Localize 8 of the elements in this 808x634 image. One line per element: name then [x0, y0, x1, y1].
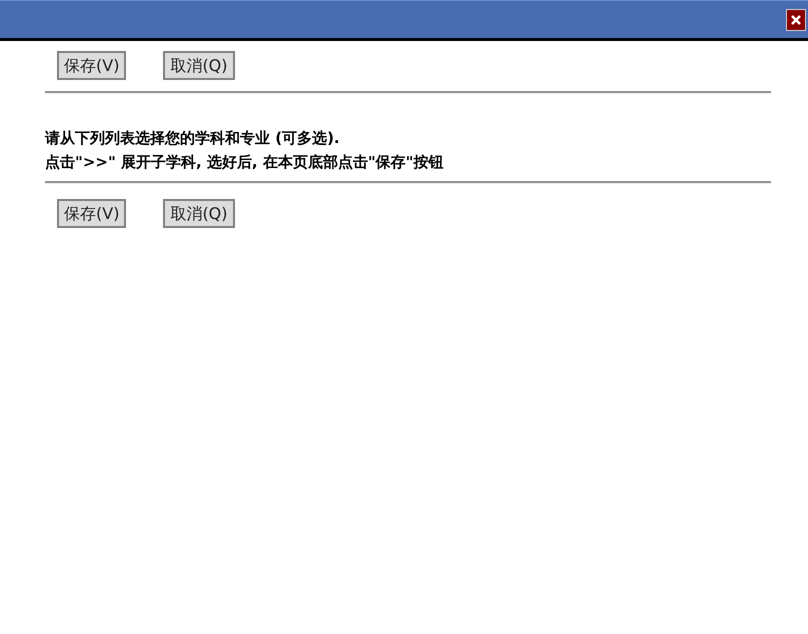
close-button[interactable]: [786, 8, 806, 30]
close-icon: [790, 14, 802, 26]
instruction-text: 点击">>" 展开子学科, 选好后, 在本页底部点击"保存"按钮: [45, 152, 444, 173]
form-button[interactable]: 保存(V): [57, 51, 126, 80]
form-button[interactable]: 取消(Q): [163, 51, 235, 80]
form-button[interactable]: 取消(Q): [163, 199, 235, 228]
form-button[interactable]: 保存(V): [57, 199, 126, 228]
instruction-text: 请从下列列表选择您的学科和专业 (可多选).: [45, 128, 341, 149]
